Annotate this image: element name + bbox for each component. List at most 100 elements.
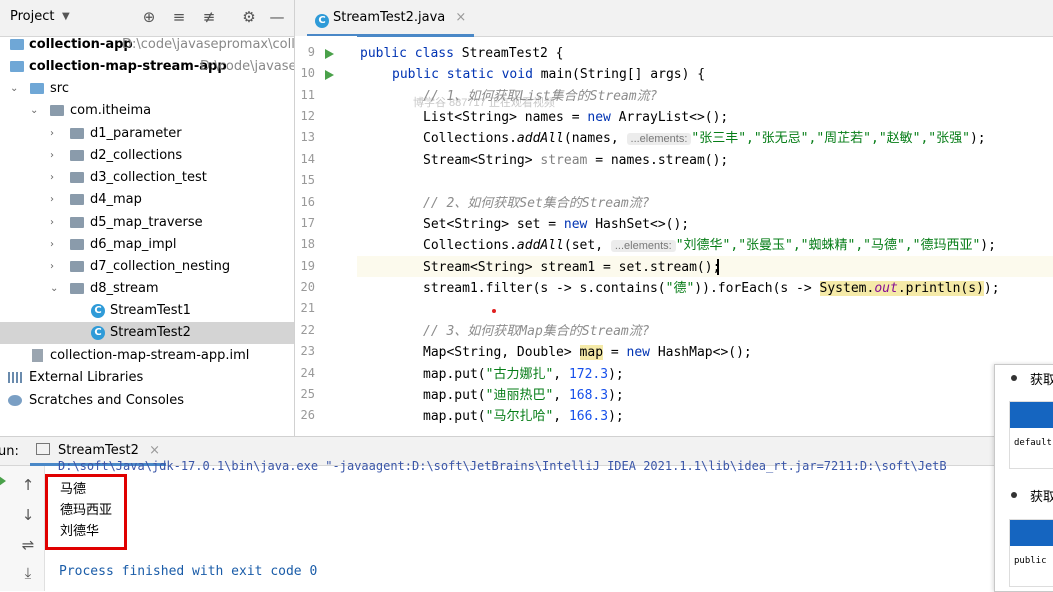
code-token: (set, <box>563 238 611 253</box>
soft-wrap-icon[interactable]: ⇌ <box>18 536 38 554</box>
package-icon <box>70 239 84 250</box>
code-token: map.put( <box>423 388 486 403</box>
tree-item-collection-map-stream-app[interactable]: collection-map-stream-app D:\code\javase… <box>0 56 294 78</box>
arrow-up-icon[interactable]: ↑ <box>18 476 38 494</box>
code-string: "马尔扎哈" <box>485 409 554 424</box>
gear-icon[interactable]: ⚙ <box>240 8 258 26</box>
code-token: addAll <box>516 131 564 146</box>
tree-item-label: src <box>50 81 69 96</box>
code-token: stream <box>540 153 588 168</box>
code-token: Map<String, Double> <box>423 345 580 360</box>
tab-streamtest2-java[interactable]: C StreamTest2.java × <box>307 0 475 37</box>
run-tab-label: StreamTest2 <box>58 443 139 458</box>
package-icon <box>70 194 84 205</box>
tree-item-label: collection-map-stream-app.iml <box>50 348 250 363</box>
tree-item-scratches[interactable]: Scratches and Consoles <box>0 390 294 412</box>
module-file-icon <box>32 349 43 362</box>
popup-code-box: default <box>1009 401 1053 469</box>
tree-item-external-libraries[interactable]: External Libraries <box>0 367 294 389</box>
scroll-to-end-icon[interactable]: ⤓ <box>18 564 38 582</box>
tree-item-d4-map[interactable]: › d4_map <box>0 189 294 211</box>
tree-item-streamtest1[interactable]: C StreamTest1 <box>0 300 294 322</box>
chevron-right-icon[interactable]: › <box>50 167 62 189</box>
tree-item-d3-collection-test[interactable]: › d3_collection_test <box>0 167 294 189</box>
line-number: 10 <box>300 66 315 80</box>
chevron-right-icon[interactable]: › <box>50 234 62 256</box>
code-string: "古力娜扎" <box>485 367 554 382</box>
code-token: ); <box>608 367 624 382</box>
tree-item-streamtest2[interactable]: C StreamTest2 <box>0 322 294 344</box>
source-folder-icon <box>30 83 44 94</box>
tree-item-collection-app[interactable]: collection-app D:\code\javasepromax\coll… <box>0 34 294 56</box>
code-line-25: map.put("迪丽热巴", 168.3); <box>423 385 624 406</box>
tree-item-label: d3_collection_test <box>90 170 207 185</box>
locate-icon[interactable]: ⊕ <box>140 8 158 26</box>
code-token: new <box>626 345 650 360</box>
chevron-right-icon[interactable]: › <box>50 145 62 167</box>
code-token: ); <box>608 409 624 424</box>
documentation-popup[interactable]: 获取 default 获取 public <box>994 364 1053 592</box>
code-token: , <box>553 409 569 424</box>
project-view-selector[interactable]: Project <box>10 9 54 24</box>
code-line-12: List<String> names = new ArrayList<>(); <box>423 107 728 128</box>
tree-item-path: D:\code\javasepromax\collect <box>122 37 295 52</box>
tree-item-src[interactable]: ⌄ src <box>0 78 294 100</box>
chevron-down-icon[interactable]: ▼ <box>62 11 70 22</box>
code-token: List<String> names = <box>423 110 588 125</box>
chevron-down-icon[interactable]: ⌄ <box>30 100 42 122</box>
bullet-icon <box>1011 492 1017 498</box>
tree-item-label: collection-app <box>29 37 133 52</box>
tree-item-d7-collection-nesting[interactable]: › d7_collection_nesting <box>0 256 294 278</box>
line-number: 20 <box>300 280 315 294</box>
tree-item-d8-stream[interactable]: ⌄ d8_stream <box>0 278 294 300</box>
popup-text: 获取 <box>1030 489 1053 504</box>
output-highlight-box <box>45 474 127 550</box>
close-icon[interactable]: × <box>149 443 160 458</box>
tree-item-d5-map-traverse[interactable]: › d5_map_traverse <box>0 212 294 234</box>
code-number: 166.3 <box>568 409 609 424</box>
expand-all-icon[interactable]: ≡ <box>170 8 188 26</box>
code-token: ArrayList<>(); <box>610 110 729 125</box>
code-token: stream1.filter(s -> s.contains( <box>423 281 666 296</box>
line-number: 23 <box>300 344 315 358</box>
tree-item-iml-file[interactable]: collection-map-stream-app.iml <box>0 345 294 367</box>
tree-item-label: d2_collections <box>90 148 183 163</box>
popup-text: 获取 <box>1030 372 1053 387</box>
code-token: ); <box>608 388 624 403</box>
tree-item-label: com.itheima <box>70 103 152 118</box>
tree-item-label: Scratches and Consoles <box>29 393 185 408</box>
rerun-icon[interactable] <box>0 476 6 486</box>
tree-item-com-itheima[interactable]: ⌄ com.itheima <box>0 100 294 122</box>
close-icon[interactable]: × <box>455 10 466 25</box>
chevron-right-icon[interactable]: › <box>50 189 62 211</box>
tree-item-label: d1_parameter <box>90 126 182 141</box>
code-token: ); <box>969 131 986 146</box>
code-string: "德" <box>665 281 695 296</box>
chevron-right-icon[interactable]: › <box>50 123 62 145</box>
code-line-20: stream1.filter(s -> s.contains("德")).for… <box>423 278 1000 299</box>
code-line-10: public static void main(String[] args) { <box>392 64 705 85</box>
code-token: Collections. <box>423 131 517 146</box>
bullet-icon <box>1011 375 1017 381</box>
chevron-right-icon[interactable]: › <box>50 212 62 234</box>
arrow-down-icon[interactable]: ↓ <box>18 506 38 524</box>
tree-item-d6-map-impl[interactable]: › d6_map_impl <box>0 234 294 256</box>
chevron-right-icon[interactable]: › <box>50 256 62 278</box>
run-main-icon[interactable] <box>325 70 334 80</box>
code-token: addAll <box>516 238 564 253</box>
popup-code-text: public <box>1014 556 1047 566</box>
code-line-17: Set<String> set = new HashSet<>(); <box>423 214 689 235</box>
package-icon <box>50 105 64 116</box>
parameter-hint: ...elements: <box>610 240 676 252</box>
chevron-down-icon[interactable]: ⌄ <box>10 78 22 100</box>
code-token: (names, <box>563 131 627 146</box>
process-finished-message: Process finished with exit code 0 <box>59 564 318 579</box>
tree-item-d1-parameter[interactable]: › d1_parameter <box>0 123 294 145</box>
hide-panel-icon[interactable]: — <box>268 8 286 26</box>
collapse-all-icon[interactable]: ≢ <box>200 8 218 26</box>
chevron-down-icon[interactable]: ⌄ <box>50 278 62 300</box>
run-class-icon[interactable] <box>325 49 334 59</box>
code-editor[interactable]: C StreamTest2.java × 9 10 11 12 13 14 15 … <box>295 0 1053 436</box>
tree-item-d2-collections[interactable]: › d2_collections <box>0 145 294 167</box>
parameter-hint: ...elements: <box>626 133 692 145</box>
